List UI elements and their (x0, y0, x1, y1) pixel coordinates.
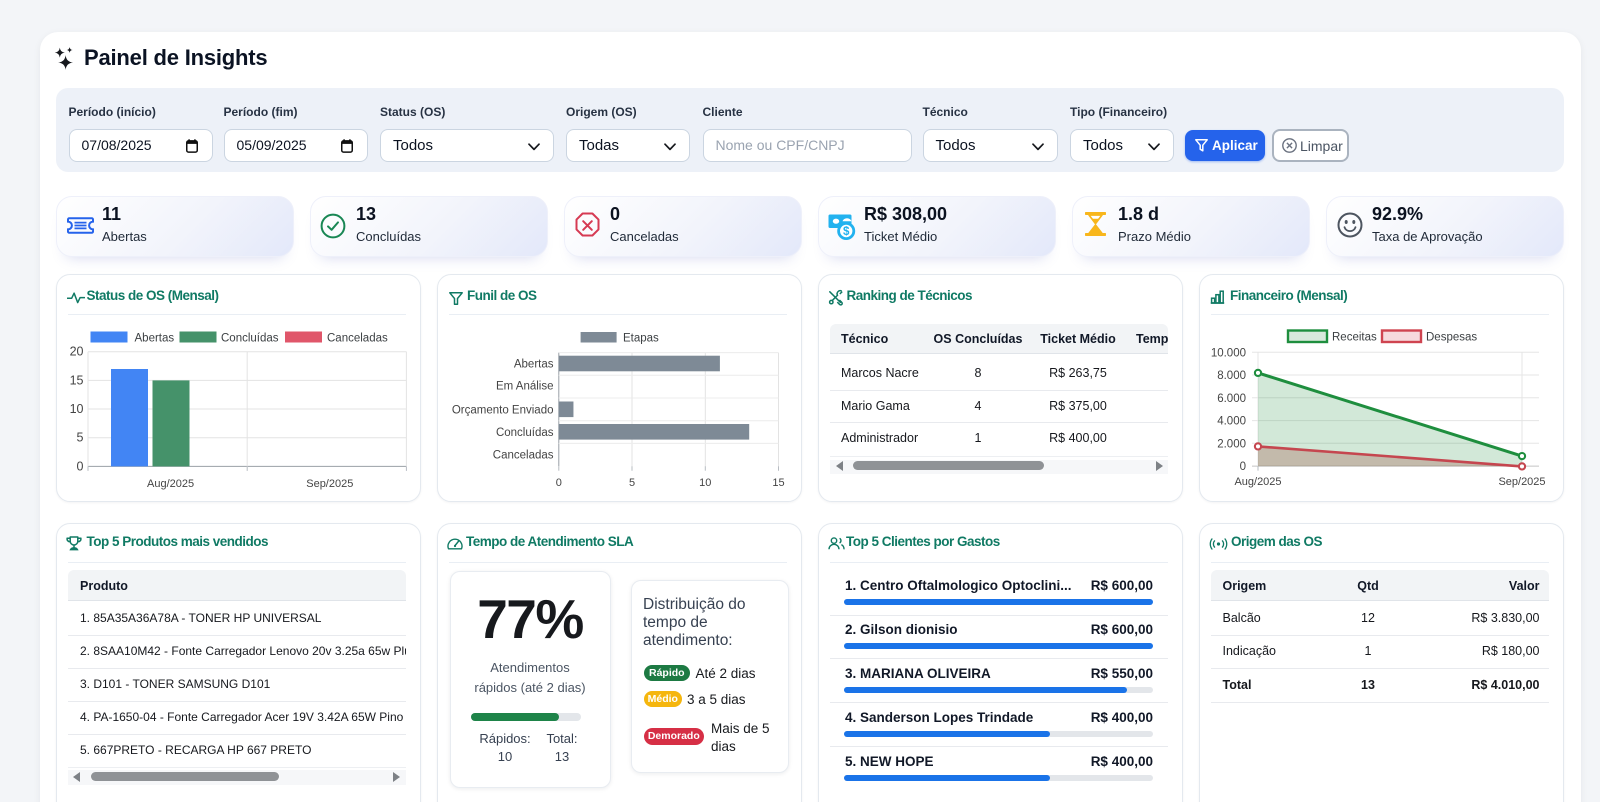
svg-text:Aug/2025: Aug/2025 (147, 478, 194, 490)
svg-text:Concluídas: Concluídas (496, 427, 554, 439)
svg-text:Concluídas: Concluídas (221, 333, 279, 345)
svg-text:$: $ (843, 226, 850, 238)
svg-text:8.000: 8.000 (1217, 370, 1246, 382)
svg-text:6.000: 6.000 (1217, 393, 1246, 405)
svg-text:Orçamento Enviado: Orçamento Enviado (452, 404, 554, 416)
svg-text:0: 0 (1240, 461, 1246, 473)
svg-text:15: 15 (772, 477, 784, 489)
svg-text:10: 10 (699, 477, 711, 489)
svg-text:Abertas: Abertas (514, 359, 554, 371)
svg-text:5: 5 (629, 477, 635, 489)
svg-text:5: 5 (77, 431, 84, 445)
svg-text:0: 0 (77, 459, 84, 473)
svg-text:Canceladas: Canceladas (493, 450, 554, 462)
svg-text:Etapas: Etapas (623, 333, 659, 345)
svg-text:Aug/2025: Aug/2025 (1234, 476, 1281, 488)
svg-text:Abertas: Abertas (135, 333, 175, 345)
svg-text:Receitas: Receitas (1332, 332, 1377, 344)
svg-text:10.000: 10.000 (1211, 347, 1246, 359)
svg-text:0: 0 (556, 477, 562, 489)
svg-text:15: 15 (70, 373, 84, 387)
svg-text:Sep/2025: Sep/2025 (306, 478, 353, 490)
svg-text:Sep/2025: Sep/2025 (1498, 476, 1545, 488)
svg-text:Canceladas: Canceladas (327, 333, 388, 345)
svg-text:Em Análise: Em Análise (496, 381, 554, 393)
svg-text:10: 10 (70, 402, 84, 416)
svg-text:Despesas: Despesas (1426, 332, 1477, 344)
svg-text:20: 20 (70, 345, 84, 359)
svg-text:4.000: 4.000 (1217, 416, 1246, 428)
svg-text:2.000: 2.000 (1217, 438, 1246, 450)
